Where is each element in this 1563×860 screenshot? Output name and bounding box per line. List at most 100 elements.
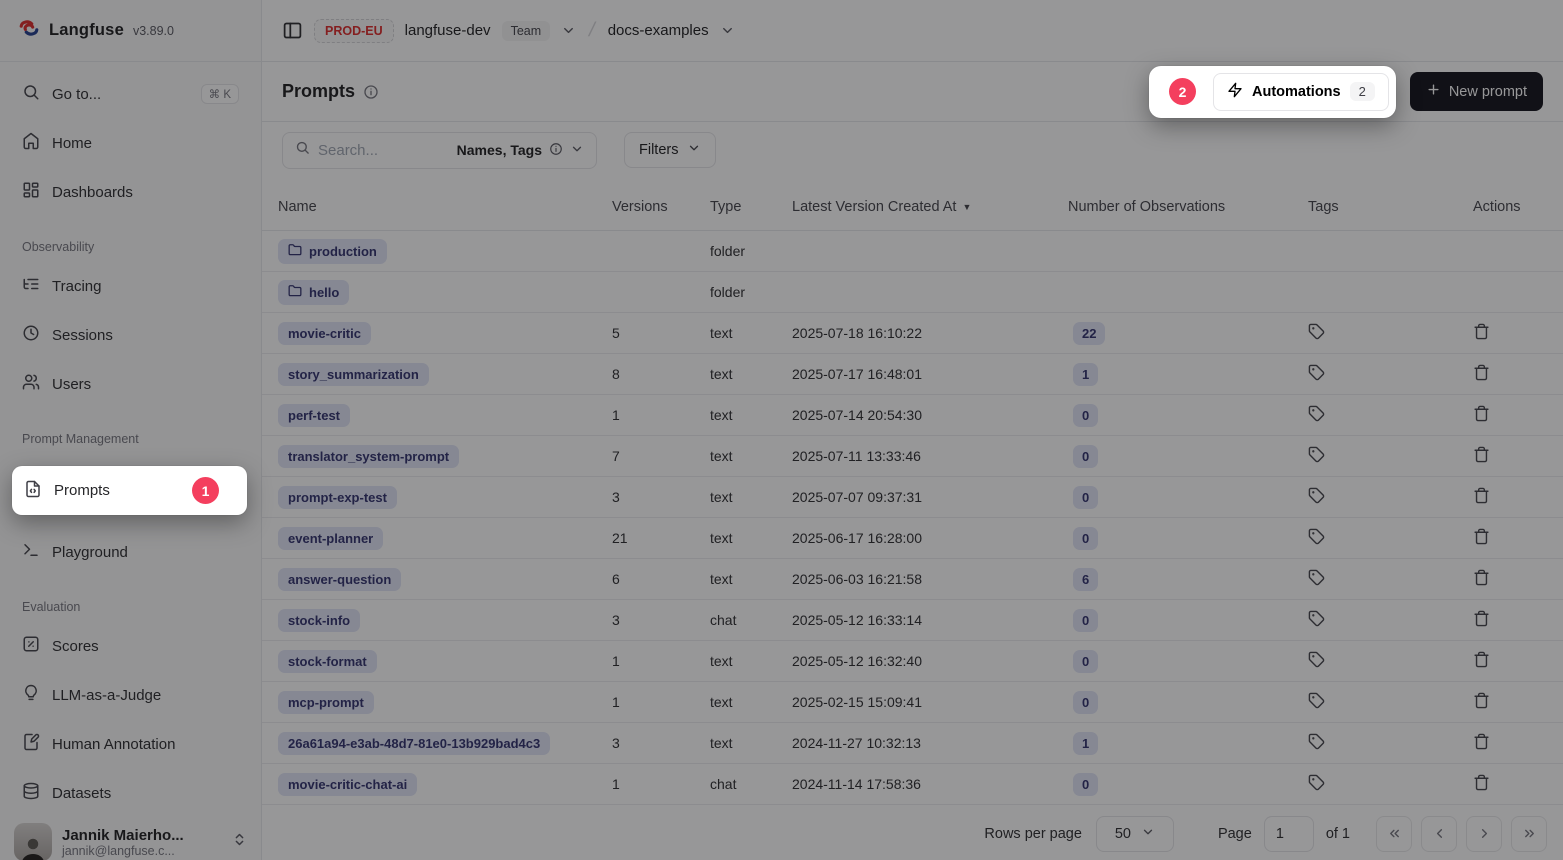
table-row[interactable]: answer-question 6 text 2025-06-03 16:21:…: [262, 559, 1563, 600]
sidebar-item-tracing[interactable]: Tracing: [12, 268, 249, 304]
trash-icon[interactable]: [1473, 327, 1490, 343]
observations-count-badge[interactable]: 1: [1073, 732, 1098, 755]
trash-icon[interactable]: [1473, 696, 1490, 712]
first-page-button[interactable]: [1376, 816, 1412, 852]
prompt-name-badge[interactable]: movie-critic: [278, 322, 371, 345]
trash-icon[interactable]: [1473, 737, 1490, 753]
observations-count-badge[interactable]: 0: [1073, 691, 1098, 714]
sidebar-item-dashboards[interactable]: Dashboards: [12, 174, 249, 210]
tag-icon[interactable]: [1308, 491, 1325, 507]
last-page-button[interactable]: [1511, 816, 1547, 852]
table-row[interactable]: event-planner 21 text 2025-06-17 16:28:0…: [262, 518, 1563, 559]
rows-per-page-select[interactable]: 50: [1096, 816, 1174, 852]
trash-icon[interactable]: [1473, 655, 1490, 671]
search-scope-select[interactable]: Names, Tags: [457, 142, 584, 159]
environment-badge[interactable]: PROD-EU: [314, 19, 394, 43]
prompt-name-badge[interactable]: hello: [278, 280, 349, 305]
observations-count-badge[interactable]: 22: [1073, 322, 1105, 345]
tag-icon[interactable]: [1308, 450, 1325, 466]
sidebar-item-sessions[interactable]: Sessions: [12, 317, 249, 353]
sidebar-item-goto[interactable]: Go to... ⌘ K: [12, 76, 249, 112]
observations-count-badge[interactable]: 0: [1073, 404, 1098, 427]
project-chevron-down-icon[interactable]: [720, 23, 735, 38]
prompt-name-badge[interactable]: translator_system-prompt: [278, 445, 459, 468]
tag-icon[interactable]: [1308, 655, 1325, 671]
observations-count-badge[interactable]: 1: [1073, 363, 1098, 386]
previous-page-button[interactable]: [1421, 816, 1457, 852]
prompt-name-badge[interactable]: 26a61a94-e3ab-48d7-81e0-13b929bad4c3: [278, 732, 550, 755]
sidebar-item-scores[interactable]: Scores: [12, 628, 249, 664]
column-header-created-at[interactable]: Latest Version Created At ▼: [792, 199, 1068, 215]
table-row[interactable]: movie-critic 5 text 2025-07-18 16:10:22 …: [262, 313, 1563, 354]
column-header-name[interactable]: Name: [278, 199, 612, 215]
trash-icon[interactable]: [1473, 778, 1490, 794]
trash-icon[interactable]: [1473, 450, 1490, 466]
table-row[interactable]: mcp-prompt 1 text 2025-02-15 15:09:41 0: [262, 682, 1563, 723]
trash-icon[interactable]: [1473, 368, 1490, 384]
sidebar-item-human-annotation[interactable]: Human Annotation: [12, 726, 249, 762]
observations-count-badge[interactable]: 6: [1073, 568, 1098, 591]
table-row[interactable]: 26a61a94-e3ab-48d7-81e0-13b929bad4c3 3 t…: [262, 723, 1563, 764]
tag-icon[interactable]: [1308, 614, 1325, 630]
next-page-button[interactable]: [1466, 816, 1502, 852]
prompt-name-badge[interactable]: perf-test: [278, 404, 350, 427]
tag-icon[interactable]: [1308, 778, 1325, 794]
tag-icon[interactable]: [1308, 368, 1325, 384]
tag-icon[interactable]: [1308, 737, 1325, 753]
column-header-versions[interactable]: Versions: [612, 199, 710, 215]
prompt-name-badge[interactable]: answer-question: [278, 568, 401, 591]
info-icon[interactable]: [363, 84, 379, 100]
observations-count-badge[interactable]: 0: [1073, 527, 1098, 550]
sidebar-item-home[interactable]: Home: [12, 125, 249, 161]
tag-icon[interactable]: [1308, 327, 1325, 343]
table-row[interactable]: production folder: [262, 231, 1563, 272]
observations-count-badge[interactable]: 0: [1073, 609, 1098, 632]
tag-icon[interactable]: [1308, 573, 1325, 589]
automations-button[interactable]: Automations 2: [1213, 73, 1389, 111]
new-prompt-button[interactable]: New prompt: [1410, 72, 1543, 111]
prompt-name-badge[interactable]: production: [278, 239, 387, 264]
trash-icon[interactable]: [1473, 491, 1490, 507]
tag-icon[interactable]: [1308, 696, 1325, 712]
trash-icon[interactable]: [1473, 614, 1490, 630]
prompt-name-badge[interactable]: prompt-exp-test: [278, 486, 397, 509]
trash-icon[interactable]: [1473, 573, 1490, 589]
project-name[interactable]: docs-examples: [608, 22, 709, 39]
user-menu[interactable]: Jannik Maierho... jannik@langfuse.c...: [0, 811, 261, 860]
table-row[interactable]: movie-critic-chat-ai 1 chat 2024-11-14 1…: [262, 764, 1563, 805]
table-row[interactable]: stock-info 3 chat 2025-05-12 16:33:14 0: [262, 600, 1563, 641]
observations-count-badge[interactable]: 0: [1073, 773, 1098, 796]
prompt-name-badge[interactable]: stock-info: [278, 609, 360, 632]
observations-count-badge[interactable]: 0: [1073, 486, 1098, 509]
page-number-input[interactable]: [1264, 816, 1314, 852]
sidebar-item-prompts[interactable]: Prompts 1: [12, 466, 247, 515]
sidebar-item-playground[interactable]: Playground: [12, 534, 249, 570]
org-chevron-down-icon[interactable]: [561, 23, 576, 38]
prompt-name-badge[interactable]: stock-format: [278, 650, 377, 673]
panel-left-icon[interactable]: [282, 20, 303, 41]
table-row[interactable]: stock-format 1 text 2025-05-12 16:32:40 …: [262, 641, 1563, 682]
tag-icon[interactable]: [1308, 532, 1325, 548]
org-name[interactable]: langfuse-dev: [405, 22, 491, 39]
filters-button[interactable]: Filters: [624, 132, 716, 168]
tag-icon[interactable]: [1308, 409, 1325, 425]
table-row[interactable]: perf-test 1 text 2025-07-14 20:54:30 0: [262, 395, 1563, 436]
trash-icon[interactable]: [1473, 532, 1490, 548]
search-input[interactable]: [318, 142, 449, 159]
observations-count-badge[interactable]: 0: [1073, 650, 1098, 673]
table-row[interactable]: hello folder: [262, 272, 1563, 313]
prompt-name-badge[interactable]: story_summarization: [278, 363, 429, 386]
table-row[interactable]: translator_system-prompt 7 text 2025-07-…: [262, 436, 1563, 477]
observations-count-badge[interactable]: 0: [1073, 445, 1098, 468]
sidebar-item-datasets[interactable]: Datasets: [12, 775, 249, 811]
sidebar-item-users[interactable]: Users: [12, 366, 249, 402]
prompt-name-badge[interactable]: event-planner: [278, 527, 383, 550]
trash-icon[interactable]: [1473, 409, 1490, 425]
sidebar-item-llm-judge[interactable]: LLM-as-a-Judge: [12, 677, 249, 713]
column-header-observations[interactable]: Number of Observations: [1068, 199, 1308, 215]
prompt-name-badge[interactable]: movie-critic-chat-ai: [278, 773, 417, 796]
column-header-tags[interactable]: Tags: [1308, 199, 1473, 215]
table-row[interactable]: prompt-exp-test 3 text 2025-07-07 09:37:…: [262, 477, 1563, 518]
prompt-name-badge[interactable]: mcp-prompt: [278, 691, 374, 714]
column-header-type[interactable]: Type: [710, 199, 792, 215]
